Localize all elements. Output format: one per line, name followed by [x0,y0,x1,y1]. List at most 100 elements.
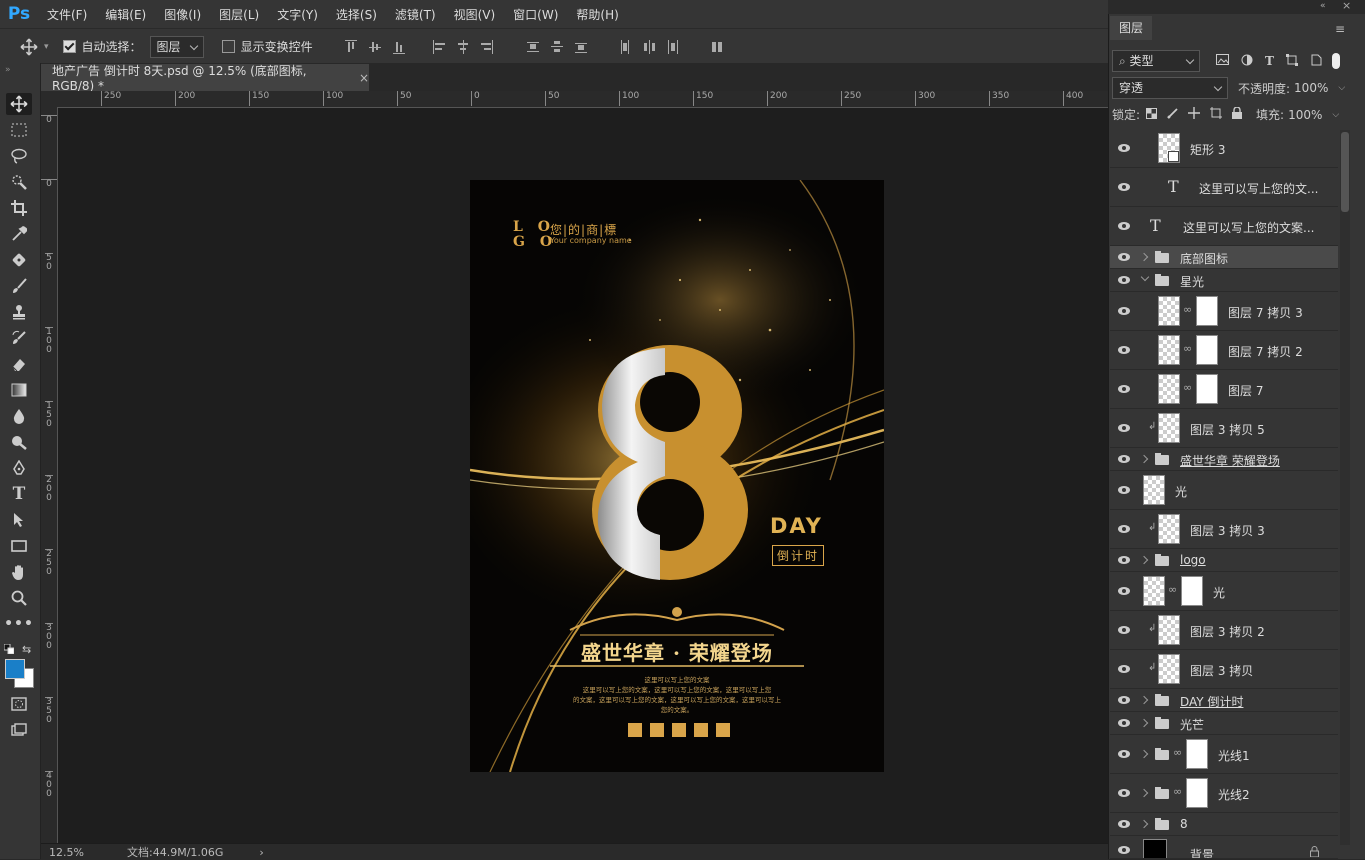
visibility-eye-icon[interactable] [1117,665,1131,673]
menu-type[interactable]: 文字(Y) [268,6,327,23]
filter-pixel-icon[interactable] [1216,54,1229,68]
filter-shape-icon[interactable] [1285,53,1298,69]
visibility-eye-icon[interactable] [1117,525,1131,533]
layer-row[interactable]: 光 [1110,471,1338,510]
layer-row[interactable]: logo [1110,549,1338,572]
rectangle-tool-icon[interactable] [6,535,32,557]
eyedropper-tool-icon[interactable] [6,223,32,245]
dodge-tool-icon[interactable] [6,431,32,453]
menu-view[interactable]: 视图(V) [445,6,505,23]
visibility-eye-icon[interactable] [1117,144,1131,152]
collapse-icon[interactable]: » [5,65,11,75]
show-transform-checkbox[interactable]: 显示变换控件 [221,38,313,55]
swap-colors-icon[interactable]: ⇆ [22,643,31,656]
pen-tool-icon[interactable] [6,457,32,479]
opacity-value[interactable]: 100% [1294,81,1328,95]
layers-tab[interactable]: 图层 [1110,16,1152,40]
distribute-top-icon[interactable] [526,40,539,54]
visibility-eye-icon[interactable] [1117,587,1131,595]
layer-row[interactable]: ∞ 光线2 [1110,774,1338,813]
lock-pixels-icon[interactable] [1167,107,1178,122]
layer-row[interactable]: ∞ 光 [1110,572,1338,611]
chevron-right-icon[interactable] [1139,819,1149,829]
visibility-eye-icon[interactable] [1117,346,1131,354]
auto-select-checkbox[interactable]: 自动选择： [62,38,142,55]
align-bottom-icon[interactable] [392,40,405,54]
layer-row[interactable]: ↲ 图层 3 拷贝 [1110,650,1338,689]
menu-image[interactable]: 图像(I) [155,6,210,23]
filter-kind-dropdown[interactable]: ⌕ 类型 [1112,50,1200,72]
chevron-right-icon[interactable] [1139,454,1149,464]
zoom-level[interactable]: 12.5% [49,846,119,859]
path-select-tool-icon[interactable] [6,509,32,531]
visibility-eye-icon[interactable] [1117,385,1131,393]
brush-tool-icon[interactable] [6,275,32,297]
foreground-color-swatch[interactable] [5,659,25,679]
visibility-eye-icon[interactable] [1117,253,1131,261]
chevron-right-icon[interactable] [1139,252,1149,262]
link-chain-icon[interactable]: ∞ [1173,746,1182,759]
visibility-eye-icon[interactable] [1117,719,1131,727]
align-hcenter-icon[interactable] [457,39,469,54]
document-tab[interactable]: 地产广告 倒计时 8天.psd @ 12.5% (底部图标, RGB/8) * … [41,64,369,93]
visibility-eye-icon[interactable] [1117,750,1131,758]
chevron-down-icon[interactable] [1140,272,1150,282]
zoom-tool-icon[interactable] [6,587,32,609]
distribute-bottom-icon[interactable] [574,40,587,54]
lock-position-icon[interactable] [1188,107,1201,122]
visibility-eye-icon[interactable] [1117,846,1131,854]
layer-row[interactable]: T 这里可以写上您的文... [1110,168,1338,207]
healing-brush-tool-icon[interactable] [6,249,32,271]
distribute-hcenter-icon[interactable] [643,39,655,54]
menu-layer[interactable]: 图层(L) [210,6,268,23]
close-panel-icon[interactable]: × [1342,0,1351,12]
link-chain-icon[interactable]: ∞ [1183,342,1192,355]
poster-artwork[interactable]: L O G O 您|的|商|標 Your company name DAY 倒计… [470,180,884,772]
layer-row[interactable]: ↲ 图层 3 拷贝 3 [1110,510,1338,549]
visibility-eye-icon[interactable] [1117,222,1131,230]
filter-type-icon[interactable]: T [1265,54,1274,68]
link-chain-icon[interactable]: ∞ [1183,381,1192,394]
filter-smart-object-icon[interactable] [1310,54,1322,69]
layer-row[interactable]: 矩形 3 [1110,129,1338,168]
visibility-eye-icon[interactable] [1117,789,1131,797]
crop-tool-icon[interactable] [6,197,32,219]
filter-toggle-icon[interactable] [1331,53,1340,69]
visibility-eye-icon[interactable] [1117,820,1131,828]
distribute-vcenter-icon[interactable] [550,40,563,54]
layer-row[interactable]: DAY 倒计时 [1110,689,1338,712]
visibility-eye-icon[interactable] [1117,276,1131,284]
quick-select-tool-icon[interactable] [6,171,32,193]
visibility-eye-icon[interactable] [1117,556,1131,564]
layer-row[interactable]: 星光 [1110,269,1338,292]
chevron-right-icon[interactable] [1139,788,1149,798]
move-tool-preset[interactable]: ▾ [20,38,49,56]
menu-filter[interactable]: 滤镜(T) [386,6,445,23]
blend-mode-dropdown[interactable]: 穿透 [1112,77,1228,99]
screen-mode-icon[interactable] [6,719,32,741]
chevron-right-icon[interactable] [1139,555,1149,565]
blur-tool-icon[interactable] [6,405,32,427]
status-menu-arrow[interactable]: › [259,846,263,859]
layers-scrollbar[interactable] [1340,130,1350,845]
ruler-horizontal[interactable]: 250 200 150 100 50 0 50 100 150 200 250 … [41,91,1108,108]
auto-select-dropdown[interactable]: 图层 [149,35,204,58]
menu-window[interactable]: 窗口(W) [504,6,567,23]
layer-row[interactable]: ∞ 图层 7 拷贝 3 [1110,292,1338,331]
visibility-eye-icon[interactable] [1117,307,1131,315]
marquee-tool-icon[interactable] [6,119,32,141]
quick-mask-icon[interactable] [6,693,32,715]
close-icon[interactable]: × [359,71,369,85]
link-chain-icon[interactable]: ∞ [1168,583,1177,596]
ruler-vertical[interactable]: 0 0 5 0 1 0 0 1 5 0 2 0 0 2 5 0 3 0 0 3 … [41,107,58,843]
layer-row[interactable]: ∞ 图层 7 [1110,370,1338,409]
layer-row[interactable]: ↲ 图层 3 拷贝 5 [1110,409,1338,448]
lock-artboard-icon[interactable] [1210,107,1223,122]
move-tool-icon[interactable] [6,93,32,115]
visibility-eye-icon[interactable] [1117,424,1131,432]
layer-row[interactable]: 8 [1110,813,1338,836]
layer-row[interactable]: ∞ 光线1 [1110,735,1338,774]
panel-menu-icon[interactable]: ≡ [1335,22,1345,36]
menu-edit[interactable]: 编辑(E) [96,6,155,23]
collapse-panel-icon[interactable]: « [1320,1,1326,11]
